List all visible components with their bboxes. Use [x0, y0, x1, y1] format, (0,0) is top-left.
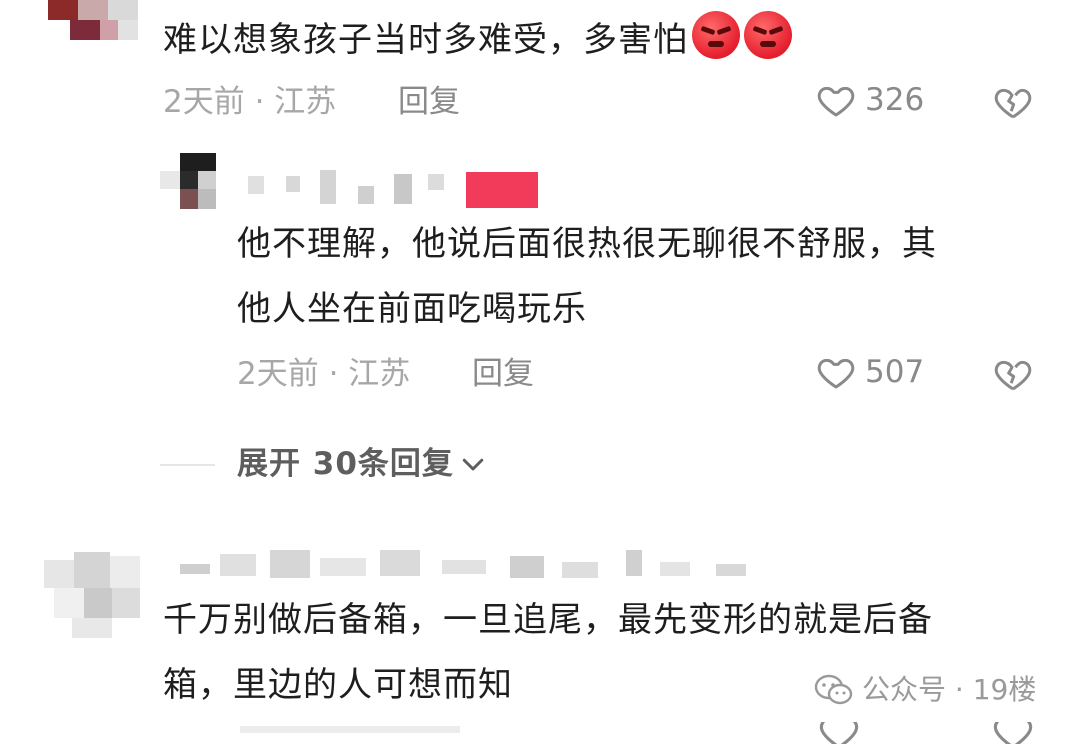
- reply-meta: 2天前 · 江苏: [237, 356, 411, 392]
- angry-face-icon: [744, 11, 792, 59]
- expand-replies-button[interactable]: 展开 30条回复: [237, 444, 488, 484]
- watermark: 公众号 · 19楼: [814, 672, 1036, 708]
- username-redacted[interactable]: [248, 170, 538, 210]
- like-button[interactable]: 326: [815, 80, 924, 120]
- author-badge: [466, 172, 538, 208]
- avatar[interactable]: [44, 552, 140, 638]
- angry-face-icon: [692, 11, 740, 59]
- heart-icon[interactable]: [818, 722, 860, 744]
- dislike-icon[interactable]: [992, 722, 1034, 744]
- username-redacted[interactable]: [180, 548, 760, 582]
- comment-meta: 2天前 · 江苏: [163, 84, 337, 120]
- reply-button[interactable]: 回复: [472, 354, 534, 394]
- avatar[interactable]: [48, 0, 140, 46]
- like-count: 507: [865, 354, 925, 390]
- reply-text-line1: 他不理解，他说后面很热很无聊很不舒服，其: [237, 224, 937, 264]
- comment-text: 难以想象孩子当时多难受，多害怕: [163, 20, 688, 60]
- dislike-icon[interactable]: [992, 354, 1034, 394]
- watermark-label: 公众号 · 19楼: [862, 673, 1037, 706]
- like-button[interactable]: 507: [815, 352, 924, 392]
- chevron-down-icon: [462, 458, 484, 471]
- expand-label: 展开 30条回复: [237, 446, 454, 482]
- heart-icon: [817, 86, 855, 117]
- like-count: 326: [865, 82, 925, 118]
- heart-icon: [817, 358, 855, 389]
- dislike-icon[interactable]: [992, 82, 1034, 122]
- comment-text-line2: 箱，里边的人可想而知: [163, 665, 513, 705]
- comment-meta-cropped: [240, 726, 460, 733]
- wechat-icon: [814, 674, 853, 705]
- divider: [160, 464, 215, 466]
- comment-text-line1: 千万别做后备箱，一旦追尾，最先变形的就是后备: [163, 600, 933, 640]
- reply-button[interactable]: 回复: [398, 82, 460, 122]
- avatar[interactable]: [160, 153, 216, 209]
- reply-text-line2: 他人坐在前面吃喝玩乐: [237, 289, 587, 329]
